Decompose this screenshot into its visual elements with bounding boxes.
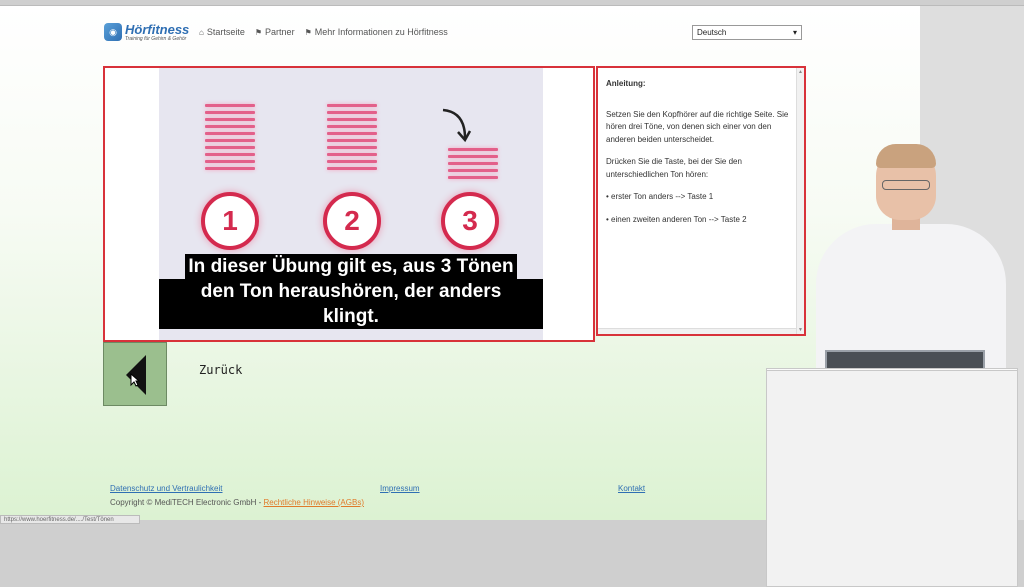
- flag-icon: ⚑: [304, 27, 312, 37]
- instructions-bullet-2: • einen zweiten anderen Ton --> Taste 2: [606, 214, 747, 224]
- video-panel: 1 2 3 In dieser Übung gilt es, aus 3 Tön…: [103, 66, 595, 342]
- subtitle-line-1: In dieser Übung gilt es, aus 3 Tönen: [185, 254, 517, 279]
- back-label: Zurück: [199, 363, 243, 377]
- vertical-scrollbar[interactable]: ▲ ▼: [796, 68, 804, 334]
- tone-bars-1: [205, 104, 255, 174]
- subtitle-block: den Ton heraushören, der anders klingt.: [159, 279, 543, 329]
- nav-more-info[interactable]: ⚑ Mehr Informationen zu Hörfitness: [305, 27, 448, 37]
- privacy-link[interactable]: Datenschutz und Vertraulichkeit: [110, 484, 223, 493]
- home-icon: ⌂: [199, 27, 204, 37]
- curved-arrow-icon: [442, 108, 472, 143]
- language-value: Deutsch: [697, 28, 727, 37]
- nav-partner[interactable]: ⚑ Partner: [255, 27, 295, 37]
- chevron-down-icon: ▾: [792, 28, 797, 37]
- imprint-link[interactable]: Impressum: [380, 484, 420, 493]
- number-circle-2: 2: [323, 192, 381, 250]
- status-url: https://www.hoerfitness.de/..../Test/Tön…: [0, 515, 140, 524]
- site-logo[interactable]: ◉ Hörfitness Training für Gehirn & Gehör: [104, 19, 194, 45]
- presenter-glasses: [882, 180, 930, 190]
- back-button[interactable]: [103, 342, 167, 406]
- number-circle-1: 1: [201, 192, 259, 250]
- flag-icon: ⚑: [254, 27, 263, 37]
- presenter-hair: [876, 144, 936, 168]
- main-nav: ⌂ Startseite ⚑ Partner ⚑ Mehr Informatio…: [199, 27, 448, 37]
- instructions-title: Anleitung:: [606, 79, 646, 88]
- tone-bars-3: [448, 148, 498, 183]
- instructions-panel: Anleitung: Setzen Sie den Kopfhörer auf …: [596, 66, 806, 336]
- logo-tagline: Training für Gehirn & Gehör: [125, 35, 187, 42]
- nav-startseite[interactable]: ⌂ Startseite: [199, 27, 245, 37]
- horizontal-scrollbar[interactable]: [598, 328, 796, 334]
- scroll-down-icon[interactable]: ▼: [798, 327, 803, 333]
- instructions-paragraph-2: Drücken Sie die Taste, bei der Sie den u…: [606, 157, 742, 179]
- nav-label: Mehr Informationen zu Hörfitness: [314, 27, 448, 37]
- instructions-paragraph-1: Setzen Sie den Kopfhörer auf die richtig…: [606, 109, 789, 144]
- lectern: [766, 370, 1018, 587]
- logo-name: Hörfitness: [125, 21, 190, 37]
- language-select[interactable]: Deutsch ▾: [692, 25, 802, 40]
- copyright: Copyright © MediTECH Electronic GmbH - R…: [110, 498, 364, 507]
- scroll-up-icon[interactable]: ▲: [798, 69, 803, 75]
- nav-label: Startseite: [206, 27, 245, 37]
- nav-label: Partner: [265, 27, 295, 37]
- instructions-bullet-1: • erster Ton anders --> Taste 1: [606, 192, 714, 201]
- video-subtitle: In dieser Übung gilt es, aus 3 Tönen den…: [159, 254, 543, 329]
- logo-icon: ◉: [104, 23, 122, 41]
- number-circle-3: 3: [441, 192, 499, 250]
- contact-link[interactable]: Kontakt: [618, 484, 645, 493]
- mouse-cursor-icon: [130, 373, 140, 387]
- video-player[interactable]: 1 2 3 In dieser Übung gilt es, aus 3 Tön…: [159, 68, 543, 340]
- subtitle-line-2: den Ton heraushören, der anders: [200, 281, 502, 302]
- copyright-text: Copyright © MediTECH Electronic GmbH -: [110, 498, 264, 507]
- legal-link[interactable]: Rechtliche Hinweise (AGBs): [264, 498, 364, 507]
- tone-bars-2: [327, 104, 377, 174]
- subtitle-line-3: klingt.: [323, 306, 379, 327]
